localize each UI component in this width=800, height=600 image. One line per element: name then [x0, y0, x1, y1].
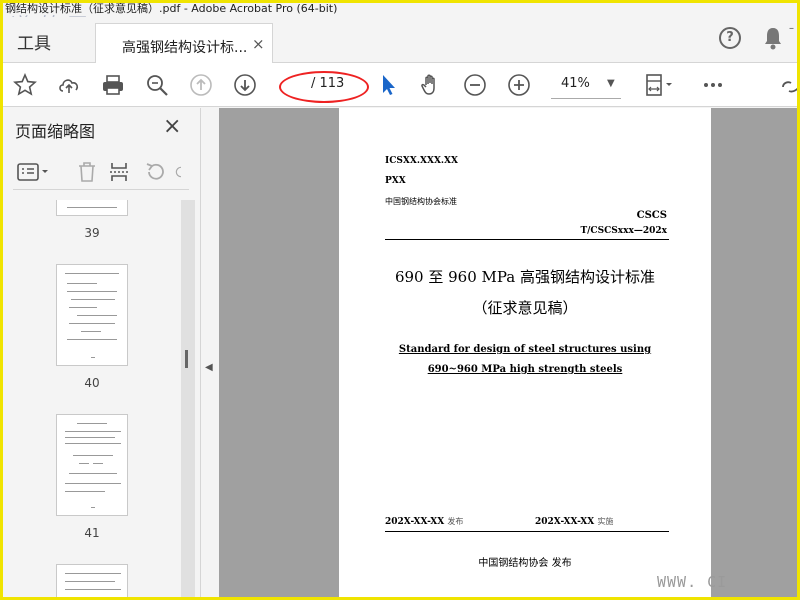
window-title: 钢结构设计标准（征求意见稿）.pdf - Adobe Acrobat Pro (… — [3, 3, 797, 17]
bell-icon[interactable] — [761, 25, 785, 51]
delete-page-icon[interactable] — [73, 158, 101, 186]
print-icon[interactable] — [99, 71, 127, 99]
thumbnail-options-icon[interactable] — [15, 158, 51, 186]
pdf-page: ICSXX.XXX.XX PXX 中国钢结构协会标准 CSCS T/CSCSxx… — [339, 108, 711, 597]
page-navigator: / 113 — [279, 71, 369, 103]
issue-date: 202X-XX-XX 发布 — [385, 516, 463, 527]
help-icon[interactable]: ? — [719, 27, 741, 49]
ics-code: ICSXX.XXX.XX — [385, 156, 459, 166]
issue-label: 发布 — [447, 517, 464, 526]
document-title-en-line2: 690~960 MPa high strength steels — [427, 364, 623, 375]
thumbnail-page-number: 40 — [84, 376, 100, 390]
fit-page-icon[interactable] — [641, 71, 677, 99]
zoom-in-icon[interactable] — [505, 71, 533, 99]
standard-number: T/CSCSxxx—202x — [580, 226, 667, 236]
pxx-code: PXX — [385, 176, 406, 186]
share-link-icon[interactable] — [777, 71, 797, 99]
page-thumbnail[interactable] — [56, 200, 128, 216]
page-number-input[interactable] — [289, 74, 305, 94]
hand-tool-icon[interactable] — [417, 71, 445, 99]
redo-icon[interactable] — [173, 158, 189, 186]
panel-title: 页面缩略图 — [15, 122, 96, 141]
panel-close-icon[interactable]: × — [163, 114, 181, 139]
zoom-out-icon[interactable] — [461, 71, 489, 99]
tab-row: 工具 高强钢结构设计标... × ? – — [3, 17, 797, 64]
header-rule — [385, 239, 669, 240]
page-thumbnail[interactable] — [56, 414, 128, 516]
panel-toolbar — [13, 154, 189, 190]
association-standard: 中国钢结构协会标准 — [385, 197, 457, 206]
page-down-icon[interactable] — [231, 71, 259, 99]
window-minimize-icon[interactable]: – — [789, 23, 794, 34]
implementation-date: 202X-XX-XX 实施 — [535, 516, 613, 527]
more-options-icon[interactable] — [699, 71, 727, 99]
zoom-level-select[interactable]: 41% ▼ — [551, 71, 621, 99]
panel-splitter[interactable]: ◀ — [201, 108, 219, 597]
page-total: / 113 — [311, 76, 345, 91]
document-subtitle-cn: （征求意见稿） — [472, 299, 578, 317]
chevron-down-icon: ▼ — [607, 78, 615, 89]
tab-document[interactable]: 高强钢结构设计标... × — [95, 23, 273, 64]
issue-date-value: 202X-XX-XX — [385, 517, 445, 527]
thumbnail-page-number: 41 — [84, 526, 100, 540]
publisher: 中国钢结构协会 发布 — [478, 558, 572, 569]
main-toolbar: / 113 41% ▼ — [3, 63, 797, 107]
zoom-level-value: 41% — [561, 76, 590, 91]
tab-tools[interactable]: 工具 — [17, 29, 51, 54]
collapse-panel-icon[interactable]: ◀ — [205, 362, 213, 373]
document-title-cn: 690 至 960 MPa 高强钢结构设计标准 — [394, 268, 656, 286]
app-window: 钢结构设计标准（征求意见稿）.pdf - Adobe Acrobat Pro (… — [0, 0, 800, 600]
impl-date-value: 202X-XX-XX — [535, 517, 595, 527]
page-thumbnail[interactable] — [56, 564, 128, 597]
undo-icon[interactable] — [141, 158, 169, 186]
bookmark-star-icon[interactable] — [11, 71, 39, 99]
page-thumbnails-panel: 页面缩略图 × 39 40 41 — [3, 108, 201, 597]
document-view[interactable]: ICSXX.XXX.XX PXX 中国钢结构协会标准 CSCS T/CSCSxx… — [219, 108, 797, 597]
search-zoom-icon[interactable] — [143, 71, 171, 99]
document-title-en-line1: Standard for design of steel structures … — [398, 344, 652, 355]
select-cursor-icon[interactable] — [375, 71, 403, 99]
thumbnail-list: 39 40 41 — [3, 200, 181, 597]
cscs-label: CSCS — [636, 210, 667, 221]
impl-label: 实施 — [597, 517, 614, 526]
tab-document-label: 高强钢结构设计标... — [122, 40, 248, 56]
page-up-icon[interactable] — [187, 71, 215, 99]
site-url-watermark: WWW. CI — [657, 573, 728, 591]
upload-cloud-icon[interactable] — [55, 71, 83, 99]
panel-resize-handle[interactable] — [185, 350, 188, 368]
footer-rule — [385, 531, 669, 532]
insert-page-icon[interactable] — [105, 158, 133, 186]
thumbnail-scrollbar[interactable] — [181, 200, 195, 597]
page-thumbnail[interactable] — [56, 264, 128, 366]
tab-close-icon[interactable]: × — [252, 35, 265, 53]
thumbnail-page-number: 39 — [84, 226, 100, 240]
